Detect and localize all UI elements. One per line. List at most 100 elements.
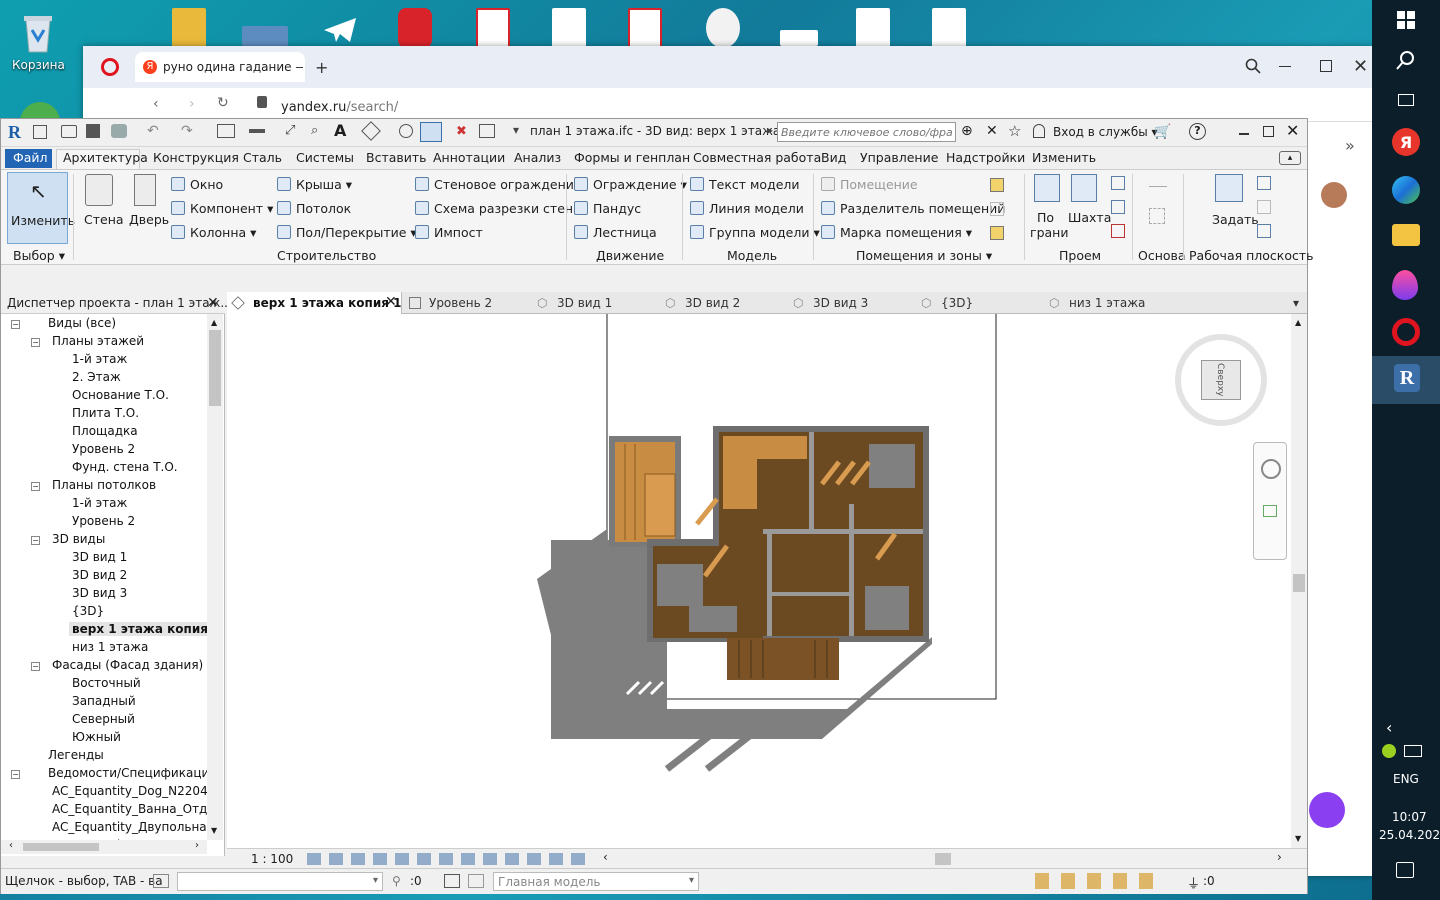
undo-icon[interactable]: ↶ (147, 123, 159, 139)
view-tab-level2[interactable]: Уровень 2 (429, 296, 492, 310)
scroll-down-icon[interactable]: ▼ (1295, 834, 1301, 843)
scroll-thumb[interactable] (1293, 574, 1305, 592)
curtain-grid-button[interactable]: Схема разрезки стены (415, 201, 583, 216)
switch-windows-icon[interactable] (479, 124, 495, 138)
file-icon[interactable] (780, 30, 818, 46)
close-icon[interactable]: ✕ (1286, 121, 1299, 140)
rooms-group-dropdown[interactable]: Помещения и зоны ▾ (856, 248, 992, 263)
close-icon[interactable]: ✕ (1353, 56, 1368, 77)
browser-tab[interactable]: Я руно одина гадание — Я (135, 52, 305, 82)
tree-item[interactable]: Северный (72, 712, 135, 726)
tree-item[interactable]: AC_Equantity_Ванна_Отделы (52, 802, 207, 816)
pdf-icon[interactable] (476, 8, 510, 48)
tree-item[interactable]: AC_Equantity_Dog_N22042( (52, 784, 207, 798)
vertical-opening-icon[interactable] (1111, 200, 1125, 214)
wall-opening-icon[interactable] (1111, 176, 1125, 190)
redo-icon[interactable]: ↷ (181, 123, 193, 139)
zoom-icon[interactable] (1263, 505, 1277, 517)
tab-modify[interactable]: Изменить (1032, 150, 1096, 165)
room-tag-button[interactable]: Марка помещения ▾ (821, 225, 972, 240)
tab-list-icon[interactable]: ▾ (1293, 296, 1299, 310)
edge-icon[interactable] (1392, 176, 1420, 204)
network-icon[interactable] (1404, 745, 1422, 757)
scale-selector[interactable]: 1 : 100 (251, 852, 293, 866)
opera-logo-icon[interactable] (101, 58, 119, 76)
tree-item[interactable]: Основание Т.О. (72, 388, 169, 402)
set-workplane-button[interactable]: Задать (1212, 212, 1259, 227)
viewer-icon[interactable] (1257, 224, 1271, 238)
tree-item[interactable]: 3D вид 1 (72, 550, 127, 564)
view-tab-3d1[interactable]: 3D вид 1 (557, 296, 612, 310)
clock-time[interactable]: 10:07 (1392, 810, 1427, 824)
tab-insert[interactable]: Вставить (366, 150, 427, 165)
hscroll-thumb[interactable] (935, 853, 951, 865)
filter-icon[interactable]: ⏚ (1187, 873, 1200, 892)
area-icon[interactable] (990, 178, 1004, 192)
tree-item[interactable]: Виды (все) (48, 316, 116, 330)
tree-item[interactable]: AC_Equantity_Двупольная_Д (52, 820, 207, 834)
ramp-button[interactable]: Пандус (574, 201, 641, 216)
shaft-button[interactable]: Шахта (1068, 210, 1111, 225)
section-icon[interactable] (399, 124, 413, 138)
chevron-right-icon[interactable]: ▸ (767, 123, 773, 137)
dimension-icon[interactable]: ⤢ (285, 123, 295, 138)
chevron-left-icon[interactable]: ‹ (1386, 718, 1392, 737)
viewcube-face[interactable]: Сверху (1201, 360, 1241, 400)
3d-view-icon[interactable] (361, 121, 381, 141)
roof-button[interactable]: Крыша ▾ (277, 177, 352, 192)
scroll-up-icon[interactable]: ▲ (1295, 318, 1301, 327)
view-controls-icons[interactable] (307, 853, 587, 865)
alice-icon[interactable] (1309, 792, 1345, 828)
component-button[interactable]: Компонент ▾ (171, 201, 273, 216)
search-input[interactable] (777, 122, 956, 142)
tree-item[interactable]: 1-й этаж (72, 352, 127, 366)
tree-toggle[interactable]: − (31, 536, 40, 545)
tree-item[interactable]: Легенды (48, 748, 104, 762)
back-icon[interactable]: ‹ (153, 96, 159, 112)
door-button[interactable]: Дверь (129, 212, 169, 227)
railing-button[interactable]: Ограждение ▾ (574, 177, 687, 192)
workset-dropdown[interactable]: ▾ (177, 872, 383, 891)
new-tab-icon[interactable]: + (315, 58, 328, 77)
puzzle-icon[interactable] (398, 8, 432, 48)
tab-view[interactable]: Вид (821, 150, 846, 165)
select-dropdown[interactable]: Выбор ▾ (13, 248, 65, 263)
binoculars-icon[interactable]: ⊕ (961, 123, 973, 139)
close-hidden-icon[interactable]: ✖ (456, 124, 467, 139)
tab-analyze[interactable]: Анализ (514, 150, 561, 165)
area-boundary-icon[interactable] (990, 202, 1004, 216)
canvas-vscrollbar[interactable]: ▲ ▼ (1291, 314, 1307, 848)
view-tab-3d3[interactable]: 3D вид 3 (813, 296, 868, 310)
tree-item[interactable]: Ведомости/Спецификации (в (48, 766, 207, 780)
ceiling-button[interactable]: Потолок (277, 201, 351, 216)
thin-lines-icon[interactable] (420, 122, 442, 142)
tree-item[interactable]: верх 1 этажа копия 1 (69, 622, 207, 636)
column-button[interactable]: Колонна ▾ (171, 225, 256, 240)
drawing-icon[interactable] (856, 8, 890, 48)
drawing-icon[interactable] (932, 8, 966, 48)
yandex-browser-icon[interactable]: Я (1392, 128, 1420, 156)
home-icon[interactable] (33, 125, 47, 139)
tree-toggle[interactable]: − (11, 320, 20, 329)
tree-item[interactable]: Фасады (Фасад здания) (52, 658, 203, 672)
archive-icon[interactable] (172, 8, 206, 48)
close-tab-icon[interactable]: ✕ (385, 294, 397, 310)
model-text-button[interactable]: Текст модели (690, 177, 800, 192)
paint-icon[interactable] (706, 8, 740, 48)
selection-filter-icons[interactable] (1035, 873, 1165, 889)
forward-icon[interactable]: › (189, 96, 195, 112)
chevron-right-icon[interactable]: » (1345, 136, 1355, 155)
scroll-up-icon[interactable]: ▲ (211, 318, 217, 327)
tab-annotate[interactable]: Аннотации (433, 150, 505, 165)
sync-icon[interactable] (111, 124, 127, 138)
tree-item[interactable]: Западный (72, 694, 136, 708)
tree-item[interactable]: Уровень 2 (72, 442, 135, 456)
document-icon[interactable] (552, 8, 586, 48)
level-icon[interactable] (1149, 186, 1167, 196)
tab-systems[interactable]: Системы (296, 150, 354, 165)
show-workplane-icon[interactable] (1257, 176, 1271, 190)
language-indicator[interactable]: ENG (1393, 772, 1419, 786)
notification-icon[interactable] (1396, 862, 1414, 878)
ribbon-toggle-icon[interactable]: ▴ (1279, 151, 1301, 165)
tab-steel[interactable]: Сталь (243, 150, 282, 165)
